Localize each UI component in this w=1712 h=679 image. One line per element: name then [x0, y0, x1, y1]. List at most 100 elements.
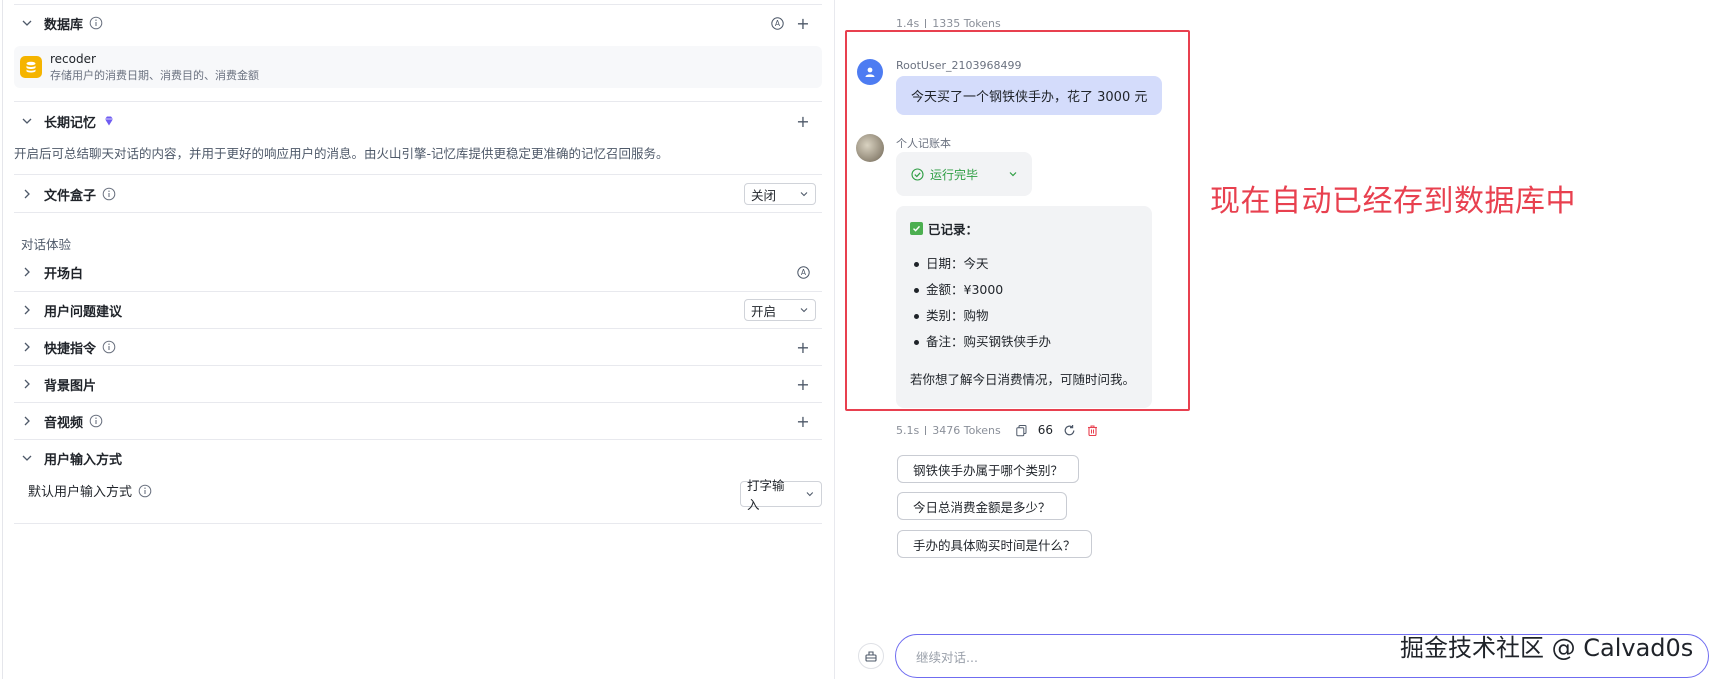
suggestion-chip[interactable]: 钢铁侠手办属于哪个类别？ [897, 455, 1080, 483]
annotation-text: 现在自动已经存到数据库中 [1210, 184, 1576, 219]
divider [14, 101, 822, 102]
chevron-down-icon[interactable] [18, 112, 36, 130]
user-icon [865, 67, 875, 77]
suggestion-chip[interactable]: 今日总消费金额是多少？ [897, 492, 1067, 520]
section-title: 音视频 [44, 415, 84, 431]
section-title: 开场白 [44, 266, 84, 282]
check-circle-icon [911, 167, 924, 181]
section-title: 用户问题建议 [44, 304, 123, 320]
info-icon[interactable] [102, 187, 116, 201]
add-background-icon[interactable]: + [796, 375, 810, 394]
auto-icon[interactable]: A [771, 16, 784, 30]
copy-icon[interactable] [1015, 424, 1028, 437]
auto-icon[interactable]: A [797, 265, 810, 279]
user-name: RootUser_2103968499 [896, 59, 1022, 72]
chevron-right-icon[interactable] [18, 185, 36, 203]
chevron-down-icon [800, 308, 808, 313]
token-count: 3476 Tokens [932, 423, 1001, 437]
quote-button[interactable]: 66 [1038, 423, 1053, 437]
prev-message-meta: 1.4s 1335 Tokens [896, 17, 1001, 30]
info-icon[interactable] [138, 484, 152, 498]
svg-text:A: A [801, 268, 807, 277]
database-desc: 存储用户的消费日期、消费目的、消费金额 [50, 68, 259, 82]
status-label: 运行完毕 [930, 167, 979, 182]
section-suggest[interactable]: 用户问题建议 开启 [14, 292, 822, 328]
database-item[interactable]: recoder 存储用户的消费日期、消费目的、消费金额 [14, 46, 822, 88]
chevron-right-icon[interactable] [18, 301, 36, 319]
section-title: 长期记忆 [44, 115, 97, 131]
response-time: 1.4s [896, 17, 920, 30]
section-shortcut[interactable]: 快捷指令 + [14, 329, 822, 365]
add-memory-icon[interactable]: + [796, 112, 810, 131]
divider [14, 174, 822, 175]
run-status[interactable]: 运行完毕 [896, 152, 1032, 196]
select-value: 开启 [751, 303, 777, 319]
message-meta: 5.1s 3476 Tokens [896, 424, 1001, 437]
refresh-icon[interactable] [1063, 424, 1076, 437]
section-input-method[interactable]: 用户输入方式 [14, 440, 822, 476]
broom-icon [865, 651, 877, 662]
database-name: recoder [50, 51, 96, 66]
panel-edge [2, 0, 3, 679]
config-panel: 数据库 A + recoder 存储用户的消费日期、消费目的、消费金额 长期记忆 [0, 0, 835, 679]
input-method-select[interactable]: 打字输入 [740, 478, 822, 512]
chevron-down-icon [800, 192, 808, 197]
section-background[interactable]: 背景图片 + [14, 366, 822, 402]
watermark: 掘金技术社区 @ Calvad0s [1400, 634, 1694, 662]
add-database-icon[interactable]: + [796, 14, 810, 33]
section-media[interactable]: 音视频 + [14, 403, 822, 439]
chevron-right-icon[interactable] [18, 375, 36, 393]
checkbox-icon [910, 222, 923, 235]
bot-name: 个人记账本 [896, 137, 951, 150]
memory-description: 开启后可总结聊天对话的内容，并用于更好的响应用户的消息。由火山引擎-记忆库提供更… [14, 146, 669, 161]
section-title: 快捷指令 [44, 341, 97, 357]
filebox-select[interactable]: 关闭 [744, 183, 816, 205]
section-title: 文件盒子 [44, 188, 97, 204]
record-list: 日期：今天 金额：¥3000 类别：购物 备注：购买钢铁侠手办 [910, 251, 1138, 355]
chevron-right-icon[interactable] [18, 263, 36, 281]
chevron-down-icon[interactable] [18, 14, 36, 32]
chevron-right-icon[interactable] [18, 338, 36, 356]
meta-separator [925, 425, 927, 435]
section-title: 用户输入方式 [44, 452, 123, 468]
response-time: 5.1s [896, 423, 920, 437]
section-title: 数据库 [44, 17, 84, 33]
reply-header: 已记录： [910, 219, 1138, 238]
section-title: 背景图片 [44, 378, 97, 394]
list-item: 备注：购买钢铁侠手办 [914, 329, 1138, 355]
token-count: 1335 Tokens [932, 17, 1001, 30]
select-value: 关闭 [751, 187, 777, 203]
chevron-down-icon [1009, 172, 1017, 177]
section-memory[interactable]: 长期记忆 + [14, 103, 822, 139]
message-actions: 5.1s 3476 Tokens 66 [896, 423, 1099, 437]
input-placeholder: 继续对话... [916, 649, 978, 665]
chevron-down-icon [806, 492, 814, 497]
chat-panel: 1.4s 1335 Tokens RootUser_2103968499 今天买… [835, 0, 1712, 679]
suggest-select[interactable]: 开启 [744, 299, 816, 321]
section-filebox[interactable]: 文件盒子 关闭 [14, 176, 822, 212]
info-icon[interactable] [89, 414, 103, 428]
user-avatar [857, 59, 883, 85]
reply-header-text: 已记录： [928, 222, 979, 237]
clear-context-button[interactable] [858, 643, 884, 669]
info-icon[interactable] [89, 16, 103, 30]
meta-separator [925, 19, 927, 28]
user-message: 今天买了一个钢铁侠手办，花了 3000 元 [896, 76, 1163, 115]
default-input-method-label: 默认用户输入方式 [28, 481, 152, 500]
svg-text:A: A [775, 19, 781, 28]
database-icon [20, 56, 42, 78]
info-icon[interactable] [102, 340, 116, 354]
add-media-icon[interactable]: + [796, 412, 810, 431]
chevron-down-icon[interactable] [18, 449, 36, 467]
add-shortcut-icon[interactable]: + [796, 338, 810, 357]
select-value: 打字输入 [747, 478, 785, 512]
delete-icon[interactable] [1086, 424, 1099, 437]
divider [14, 523, 822, 524]
divider [14, 212, 822, 213]
section-database[interactable]: 数据库 A + [14, 5, 822, 41]
section-opening[interactable]: 开场白 A [14, 254, 822, 290]
suggestion-chip[interactable]: 手办的具体购买时间是什么？ [897, 530, 1092, 558]
bot-reply: 已记录： 日期：今天 金额：¥3000 类别：购物 备注：购买钢铁侠手办 若你想… [896, 206, 1152, 408]
chevron-right-icon[interactable] [18, 412, 36, 430]
bot-avatar [856, 134, 884, 162]
